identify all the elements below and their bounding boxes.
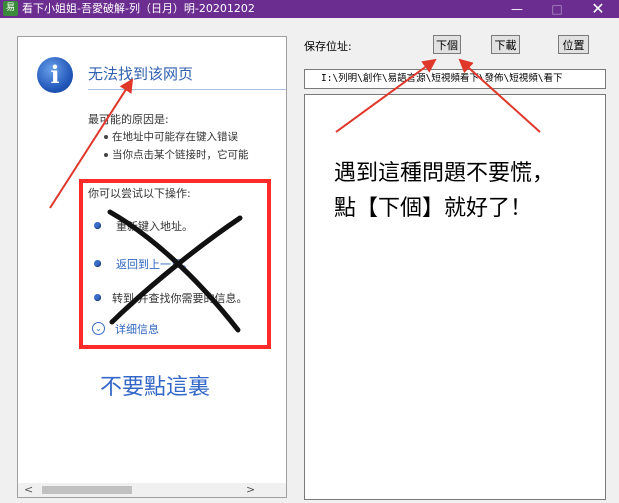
scrollbar-thumb[interactable] (42, 486, 132, 494)
info-icon: i (37, 57, 73, 93)
cause-heading: 最可能的原因是: (88, 113, 169, 126)
scroll-right-icon[interactable]: > (246, 483, 255, 497)
instruction-line-2: 點【下個】就好了！ (334, 196, 533, 221)
divider (88, 89, 286, 90)
title-bar: 易 看下小姐姐-吾愛破解-列（日月）明-20201202 — □ ✕ (0, 0, 619, 18)
cause-item: 在地址中可能存在键入错误 (112, 131, 238, 143)
instruction-line-1: 遇到這種問題不要慌， (334, 161, 555, 186)
bullet-icon (104, 135, 108, 139)
dont-click-annotation: 不要點這裏 (100, 375, 211, 400)
bullet-icon (104, 153, 108, 157)
horizontal-scrollbar[interactable]: < > (18, 483, 286, 497)
window-title: 看下小姐姐-吾愛破解-列（日月）明-20201202 (22, 2, 255, 15)
maximize-button[interactable]: □ (537, 0, 577, 18)
cause-item: 当你点击某个链接时，它可能 (112, 149, 249, 161)
scroll-left-icon[interactable]: < (24, 483, 33, 497)
save-location-label: 保存位址: (304, 40, 352, 53)
location-button[interactable]: 位置 (558, 35, 589, 54)
error-title: 无法找到该网页 (88, 65, 194, 83)
annotation-red-box (79, 179, 271, 349)
next-button[interactable]: 下個 (433, 35, 461, 54)
download-button[interactable]: 下載 (491, 35, 520, 54)
minimize-button[interactable]: — (497, 0, 537, 18)
save-path-field[interactable]: I:\列明\創作\易語言源\短視頻看下\發佈\短視頻\看下 (304, 69, 606, 89)
close-button[interactable]: ✕ (578, 0, 618, 18)
browser-panel: i 无法找到该网页 最可能的原因是: 在地址中可能存在键入错误 当你点击某个链接… (17, 36, 287, 498)
app-icon: 易 (3, 1, 18, 16)
